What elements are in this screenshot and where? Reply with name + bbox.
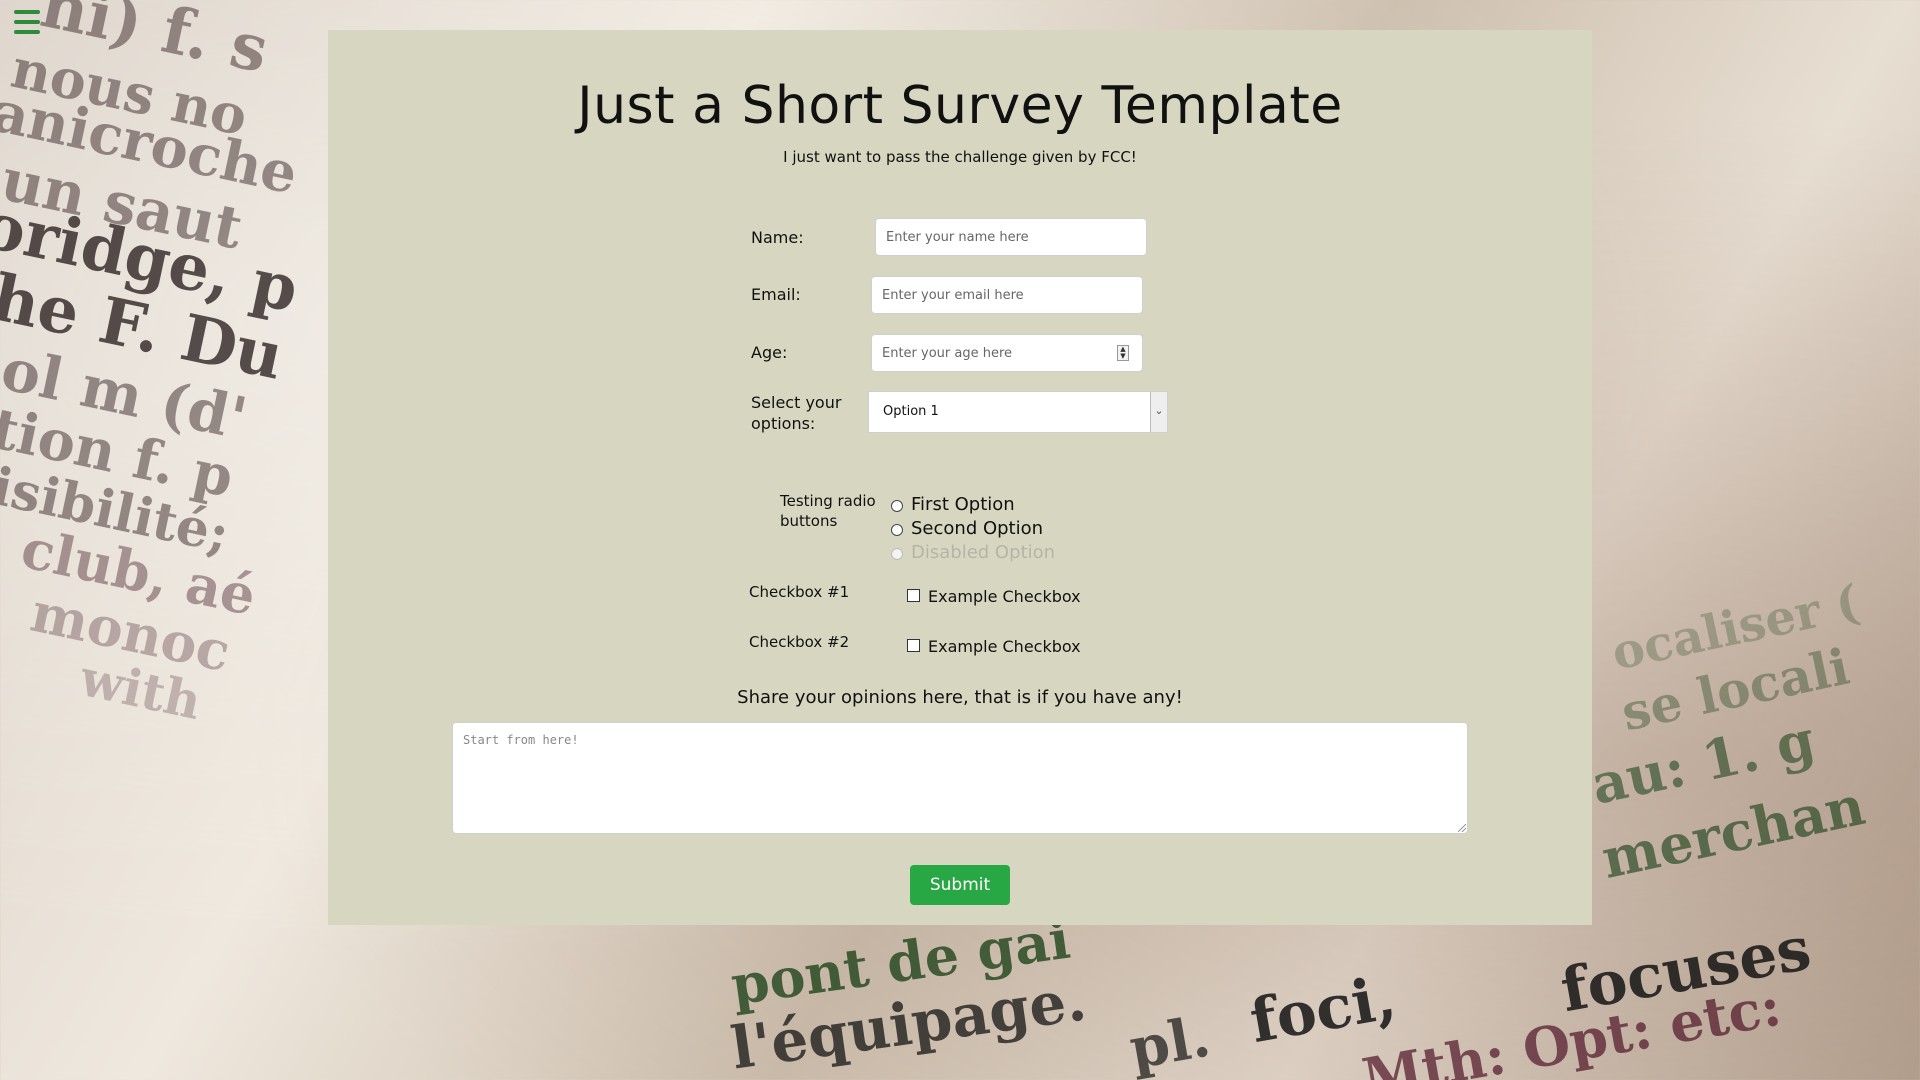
options-label-line1: Select your: [751, 393, 842, 412]
background-text: club, aé: [15, 516, 262, 628]
page-title: Just a Short Survey Template: [577, 76, 1343, 136]
age-label: Age:: [751, 343, 788, 362]
radio-disabled-option: [891, 548, 903, 560]
background-text: ol m (d': [0, 334, 253, 454]
radio-disabled-option-label: Disabled Option: [911, 542, 1055, 563]
email-label: Email:: [751, 285, 801, 304]
checkbox-2-label: Checkbox #2: [749, 633, 850, 651]
radio-first-option-label: First Option: [911, 494, 1015, 515]
email-input[interactable]: [871, 276, 1143, 314]
radio-second-option[interactable]: [891, 524, 903, 536]
radio-group-label-line2: buttons: [780, 512, 838, 530]
resize-grip-icon[interactable]: [1458, 824, 1466, 832]
survey-form-card: Just a Short Survey Template I just want…: [328, 30, 1592, 925]
background-text: monoc: [25, 579, 236, 685]
background-text: l'équipage.: [727, 965, 1091, 1080]
background-text: au: 1. g: [1585, 707, 1821, 817]
checkbox-2-text: Example Checkbox: [928, 637, 1081, 656]
background-text: merchan: [1596, 773, 1871, 891]
age-spinner-icon[interactable]: ▲ ▼: [1117, 345, 1129, 361]
options-label-line2: options:: [751, 414, 816, 433]
checkbox-1-label: Checkbox #1: [749, 583, 850, 601]
background-text: se locali: [1616, 636, 1855, 743]
background-text: pl.: [1124, 1003, 1216, 1080]
checkbox-1[interactable]: [907, 589, 920, 602]
background-text: ocaliser (: [1606, 574, 1865, 682]
background-text: foci,: [1245, 962, 1402, 1058]
radio-first-option[interactable]: [891, 500, 903, 512]
background-text: Mth: Opt: etc:: [1357, 973, 1786, 1080]
opinion-textarea[interactable]: [452, 722, 1468, 834]
background-text: nous no: [5, 35, 254, 149]
radio-group-label: Testing radio buttons: [780, 491, 876, 531]
checkbox-2[interactable]: [907, 639, 920, 652]
options-dropdown[interactable]: Option 1 ⌄: [868, 391, 1168, 433]
page-description: I just want to pass the challenge given …: [783, 148, 1137, 166]
options-dropdown-value: Option 1: [883, 404, 939, 419]
background-text: anicroche: [0, 78, 304, 208]
opinion-label: Share your opinions here, that is if you…: [737, 687, 1183, 708]
chevron-down-icon[interactable]: ⌄: [1150, 392, 1167, 432]
name-input[interactable]: [875, 218, 1147, 256]
name-label: Name:: [751, 228, 804, 247]
background-text: oridge, p: [0, 187, 305, 328]
background-text: he F. Du: [0, 260, 290, 395]
background-text: tion f. p: [0, 395, 240, 511]
background-text: with: [75, 648, 207, 731]
checkbox-1-text: Example Checkbox: [928, 587, 1081, 606]
hamburger-menu-icon[interactable]: [14, 10, 40, 34]
radio-second-option-label: Second Option: [911, 518, 1044, 539]
background-text: un saut: [0, 145, 249, 263]
background-text: focuses: [1555, 913, 1816, 1027]
options-label: Select your options:: [751, 392, 841, 434]
background-text: isibilité;: [0, 455, 235, 566]
background-text: ni) f. s: [34, 0, 275, 89]
age-input[interactable]: [871, 334, 1143, 372]
submit-button[interactable]: Submit: [910, 865, 1010, 905]
radio-group-label-line1: Testing radio: [780, 492, 876, 510]
